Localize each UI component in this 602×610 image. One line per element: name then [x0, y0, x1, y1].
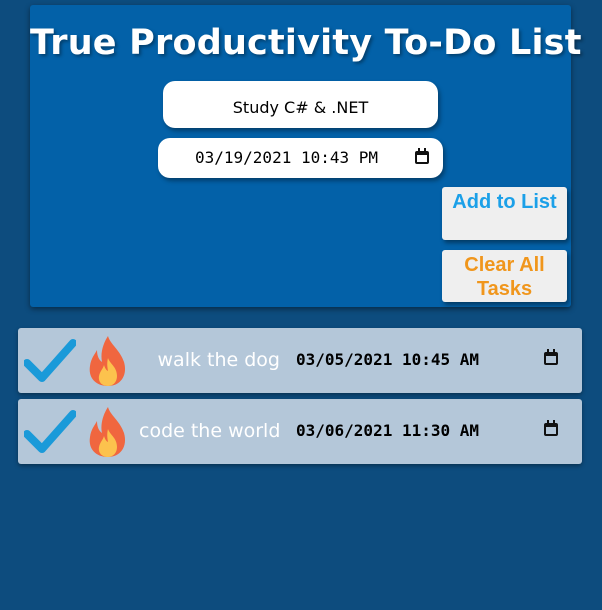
check-icon[interactable]	[24, 408, 76, 454]
task-name: code the world	[139, 420, 281, 442]
task-datetime-input[interactable]: 03/19/2021 10:43 PM	[158, 138, 443, 178]
check-icon[interactable]	[24, 337, 76, 383]
calendar-icon[interactable]	[415, 148, 429, 164]
task-name: walk the dog	[157, 349, 280, 371]
fire-icon[interactable]	[86, 405, 130, 459]
add-to-list-button[interactable]: Add to List	[442, 187, 567, 240]
calendar-icon[interactable]	[544, 420, 558, 436]
task-name-input[interactable]	[163, 81, 438, 128]
fire-icon[interactable]	[86, 334, 130, 388]
calendar-icon[interactable]	[544, 349, 558, 365]
datetime-input-value: 03/19/2021 10:43 PM	[195, 148, 379, 167]
app-title: True Productivity To-Do List	[30, 23, 582, 63]
task-datetime[interactable]: 03/05/2021 10:45 AM	[296, 350, 479, 369]
task-datetime[interactable]: 03/06/2021 11:30 AM	[296, 421, 479, 440]
clear-all-tasks-button[interactable]: Clear All Tasks	[442, 250, 567, 302]
task-form-card: True Productivity To-Do List 03/19/2021 …	[30, 5, 582, 307]
task-item: code the world 03/06/2021 11:30 AM	[18, 399, 582, 464]
task-item: walk the dog 03/05/2021 10:45 AM	[18, 328, 582, 393]
